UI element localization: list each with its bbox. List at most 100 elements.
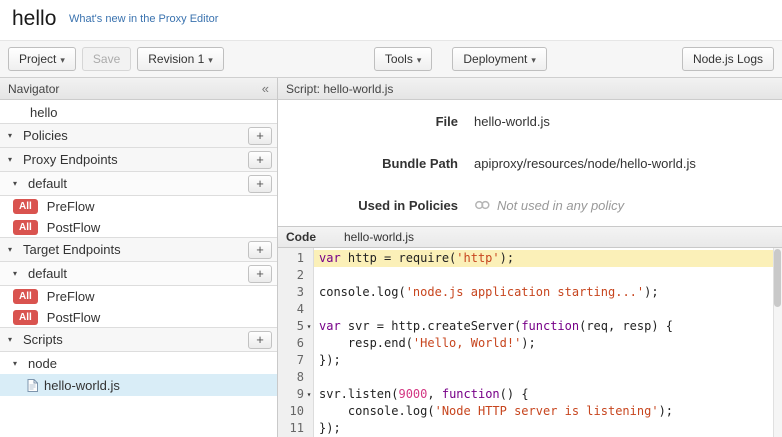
- tree-item-label: node: [28, 356, 57, 371]
- section-label: Policies: [23, 128, 68, 143]
- navigator-panel: Navigator « hello ▾ Policies + ▾ Proxy E…: [0, 78, 278, 437]
- tools-button[interactable]: Tools ▾: [374, 47, 433, 71]
- deployment-button[interactable]: Deployment▾: [452, 47, 547, 71]
- navigator-header: Navigator «: [0, 78, 277, 100]
- add-script-button[interactable]: +: [248, 331, 272, 349]
- tools-button-label: Tools: [385, 52, 413, 66]
- revision-button[interactable]: Revision 1▾: [137, 47, 224, 71]
- tree-expand-icon[interactable]: ▾: [13, 359, 22, 368]
- caret-down-icon: ▾: [60, 55, 65, 65]
- fold-spacer: [304, 284, 314, 301]
- tree-item-label: PostFlow: [47, 310, 100, 325]
- gutter: 6: [278, 335, 314, 352]
- code-line: 10 console.log('Node HTTP server is list…: [278, 403, 782, 420]
- revision-button-label: Revision 1: [148, 52, 204, 66]
- save-button-label: Save: [93, 52, 120, 66]
- tree-item-label: PostFlow: [47, 220, 100, 235]
- add-policy-button[interactable]: +: [248, 127, 272, 145]
- fold-spacer: [304, 301, 314, 318]
- script-panel-title: Script: hello-world.js: [286, 82, 393, 96]
- tree-item-proxy-default[interactable]: ▾ default +: [0, 171, 277, 196]
- used-in-policies-label: Used in Policies: [278, 198, 458, 213]
- bundle-path-value: apiproxy/resources/node/hello-world.js: [474, 156, 696, 171]
- section-scripts[interactable]: ▾ Scripts +: [0, 327, 277, 352]
- script-metadata: File hello-world.js Bundle Path apiproxy…: [278, 100, 782, 226]
- tree-item-label: PreFlow: [47, 199, 95, 214]
- file-row: File hello-world.js: [278, 100, 782, 142]
- page-title: hello: [12, 7, 56, 31]
- line-number: 11: [278, 420, 304, 437]
- line-number: 7: [278, 352, 304, 369]
- tree-item-proxy-postflow[interactable]: All PostFlow: [0, 217, 277, 238]
- line-number: 9: [278, 386, 304, 403]
- section-proxy-endpoints[interactable]: ▾ Proxy Endpoints +: [0, 147, 277, 172]
- code-line: 7 });: [278, 352, 782, 369]
- tree-item-proxy-preflow[interactable]: All PreFlow: [0, 196, 277, 217]
- fold-spacer: [304, 369, 314, 386]
- line-number: 8: [278, 369, 304, 386]
- gutter: 3: [278, 284, 314, 301]
- fold-open-icon[interactable]: ▾: [304, 318, 314, 335]
- tree-item-hello-world-js[interactable]: hello-world.js: [0, 374, 277, 396]
- gutter: 10: [278, 403, 314, 420]
- section-label: Scripts: [23, 332, 63, 347]
- tree-expand-icon[interactable]: ▾: [8, 335, 17, 344]
- line-number: 4: [278, 301, 304, 318]
- file-value: hello-world.js: [474, 114, 550, 129]
- code-file-tab[interactable]: hello-world.js: [344, 230, 414, 244]
- nodejs-logs-button[interactable]: Node.js Logs: [682, 47, 774, 71]
- gutter: 8: [278, 369, 314, 386]
- tree-expand-icon[interactable]: ▾: [8, 131, 17, 140]
- tree-expand-icon[interactable]: ▾: [8, 245, 17, 254]
- project-button-label: Project: [19, 52, 56, 66]
- script-detail-panel: Script: hello-world.js File hello-world.…: [278, 78, 782, 437]
- add-proxy-endpoint-button[interactable]: +: [248, 151, 272, 169]
- tree-item-target-postflow[interactable]: All PostFlow: [0, 307, 277, 328]
- gutter: 11: [278, 420, 314, 437]
- tree-item-target-default[interactable]: ▾ default +: [0, 261, 277, 286]
- tree-item-node-folder[interactable]: ▾ node: [0, 352, 277, 374]
- fold-spacer: [304, 420, 314, 437]
- flow-condition-badge: All: [13, 199, 38, 214]
- add-target-endpoint-button[interactable]: +: [248, 241, 272, 259]
- code-line: 3 console.log('node.js application start…: [278, 284, 782, 301]
- link-icon: [474, 200, 491, 210]
- tree-expand-icon[interactable]: ▾: [13, 269, 22, 278]
- section-policies[interactable]: ▾ Policies +: [0, 123, 277, 148]
- tree-expand-icon[interactable]: ▾: [13, 179, 22, 188]
- fold-spacer: [304, 267, 314, 284]
- section-label: Proxy Endpoints: [23, 152, 118, 167]
- add-target-flow-button[interactable]: +: [248, 265, 272, 283]
- line-number: 2: [278, 267, 304, 284]
- save-button[interactable]: Save: [82, 47, 131, 71]
- used-in-policies-value: Not used in any policy: [497, 198, 624, 213]
- fold-open-icon[interactable]: ▾: [304, 386, 314, 403]
- collapse-navigator-button[interactable]: «: [262, 81, 269, 96]
- project-button[interactable]: Project ▾: [8, 47, 76, 71]
- tree-item-label: default: [28, 266, 67, 281]
- line-number: 5: [278, 318, 304, 335]
- file-icon: [27, 379, 38, 392]
- whats-new-link[interactable]: What's new in the Proxy Editor: [69, 13, 218, 25]
- fold-spacer: [304, 403, 314, 420]
- gutter: 2: [278, 267, 314, 284]
- caret-down-icon: ▾: [417, 55, 422, 65]
- deployment-button-label: Deployment: [463, 52, 527, 66]
- tree-item-proxy-root[interactable]: hello: [0, 100, 277, 124]
- line-number: 3: [278, 284, 304, 301]
- tree-item-label: default: [28, 176, 67, 191]
- code-editor[interactable]: 1 var http = require('http'); 2 3 consol…: [278, 248, 782, 437]
- flow-condition-badge: All: [13, 310, 38, 325]
- code-line: 1 var http = require('http');: [278, 250, 782, 267]
- scrollbar-thumb[interactable]: [774, 249, 781, 307]
- line-number: 1: [278, 250, 304, 267]
- add-proxy-flow-button[interactable]: +: [248, 175, 272, 193]
- scrollbar[interactable]: [773, 248, 782, 437]
- code-line: 4: [278, 301, 782, 318]
- tree-item-label: hello-world.js: [44, 378, 120, 393]
- section-target-endpoints[interactable]: ▾ Target Endpoints +: [0, 237, 277, 262]
- workspace: Navigator « hello ▾ Policies + ▾ Proxy E…: [0, 78, 782, 437]
- tree-expand-icon[interactable]: ▾: [8, 155, 17, 164]
- tree-item-target-preflow[interactable]: All PreFlow: [0, 286, 277, 307]
- line-number: 10: [278, 403, 304, 420]
